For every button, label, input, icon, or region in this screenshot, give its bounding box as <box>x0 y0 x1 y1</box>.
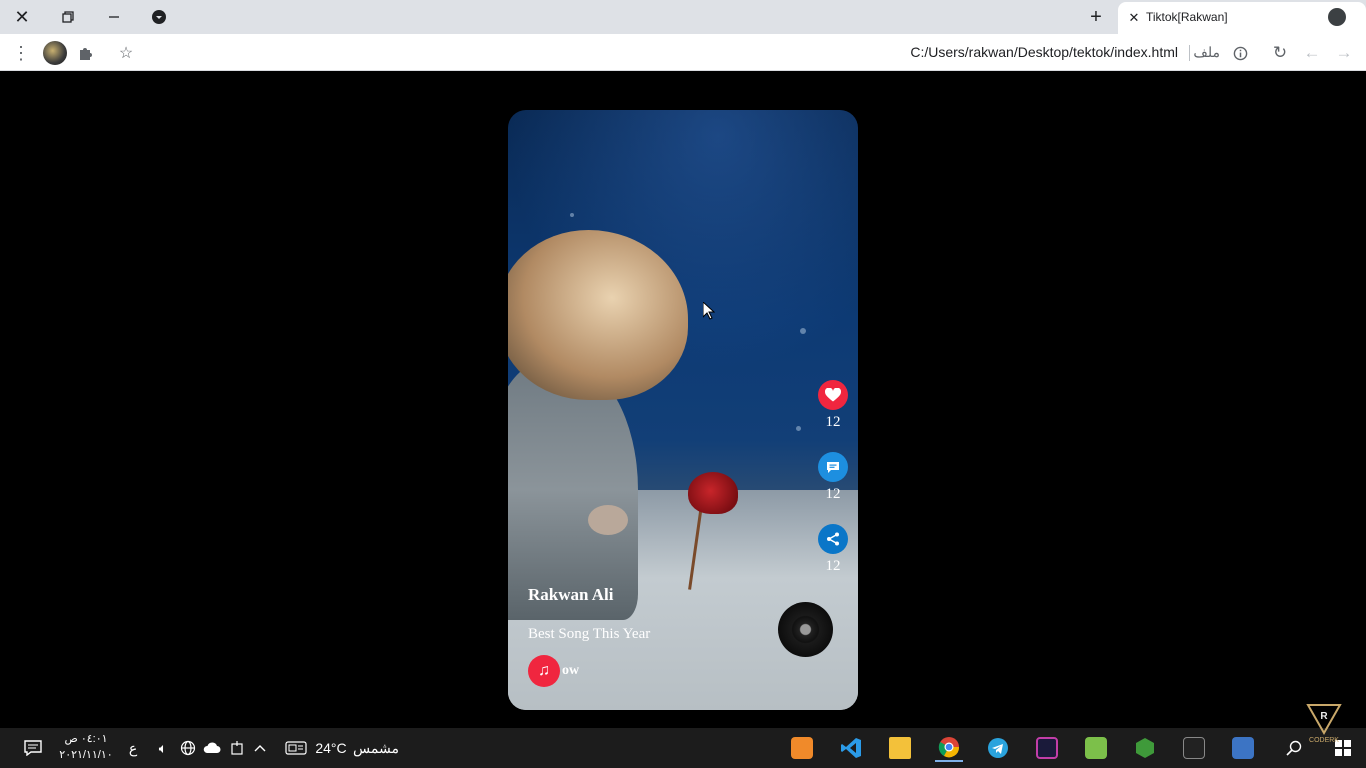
taskbar-app-intellij[interactable] <box>1033 734 1061 762</box>
weather-icon[interactable] <box>283 736 309 760</box>
globe-icon <box>1328 8 1346 26</box>
music-note-icon: ♫ <box>528 655 560 687</box>
share-action[interactable]: 12 <box>818 524 848 575</box>
network-icon[interactable] <box>177 736 199 760</box>
info-icon[interactable] <box>1228 41 1252 65</box>
avatar[interactable] <box>43 41 67 65</box>
comment-count: 12 <box>825 486 841 502</box>
music-title: ow <box>562 663 580 678</box>
video-particle <box>570 213 574 217</box>
watermark-logo: R CODERK <box>1304 703 1344 744</box>
tab-close-icon[interactable]: ✕ <box>1124 8 1144 28</box>
page-content: 12 12 12 Rakwan Ali Best Song This Year … <box>0 71 1366 728</box>
search-icon[interactable] <box>1282 736 1306 760</box>
onedrive-icon[interactable] <box>201 736 223 760</box>
video-particle <box>800 328 806 334</box>
video-card[interactable]: 12 12 12 Rakwan Ali Best Song This Year … <box>508 110 858 710</box>
comment-action[interactable]: 12 <box>818 452 848 503</box>
browser-window: ✕ + ✕ Tiktok[Rakwan] ⋮ ☆ C:/Users/rakwan… <box>0 0 1366 768</box>
taskbar-app-orange[interactable] <box>788 734 816 762</box>
chevron-up-icon[interactable] <box>250 736 270 760</box>
svg-text:R: R <box>1320 711 1328 722</box>
taskbar-app-vscode[interactable] <box>837 734 865 762</box>
share-count: 12 <box>825 558 841 574</box>
taskbar-app-network[interactable] <box>1229 734 1257 762</box>
language-indicator[interactable]: ع <box>124 736 142 760</box>
post-username[interactable]: Rakwan Ali <box>528 585 614 605</box>
tab-active[interactable]: ✕ Tiktok[Rakwan] <box>1118 2 1366 34</box>
weather-text[interactable]: مشمس <box>352 736 400 760</box>
video-child-hand <box>588 505 628 535</box>
scheme-label: ملف <box>1193 44 1220 60</box>
menu-icon[interactable]: ⋮ <box>9 41 33 65</box>
reload-icon[interactable]: ↻ <box>1268 41 1292 65</box>
address-separator <box>1189 45 1190 61</box>
taskbar-app-explorer[interactable] <box>886 734 914 762</box>
clock-time: ٠٤:٠١ ص <box>64 733 108 745</box>
video-particle <box>796 426 801 431</box>
music-row[interactable]: ♫ ow <box>528 655 579 687</box>
address-bar[interactable]: C:/Users/rakwan/Desktop/tektok/index.htm… <box>910 44 1178 60</box>
taskbar-app-chrome[interactable] <box>935 734 963 762</box>
watermark-text: CODERK <box>1309 737 1339 744</box>
like-count: 12 <box>825 414 841 430</box>
meet-now-icon[interactable] <box>226 736 248 760</box>
comment-icon[interactable] <box>818 452 848 482</box>
clock-date: ٢٠٢١/١١/١٠ <box>59 749 113 761</box>
back-icon[interactable]: ← <box>1300 41 1324 65</box>
taskbar-app-terminal[interactable] <box>1180 734 1208 762</box>
tab-search-icon[interactable] <box>147 5 171 29</box>
toolbar: ⋮ ☆ C:/Users/rakwan/Desktop/tektok/index… <box>0 34 1366 71</box>
taskbar-app-node[interactable] <box>1131 734 1159 762</box>
bookmark-star-icon[interactable]: ☆ <box>114 41 138 65</box>
taskbar-app-notepad[interactable] <box>1082 734 1110 762</box>
taskbar: ٠٤:٠١ ص ٢٠٢١/١١/١٠ ع 🔈︎ 24°C مشمس <box>0 728 1366 768</box>
heart-icon[interactable] <box>818 380 848 410</box>
close-icon[interactable]: ✕ <box>10 5 34 29</box>
mouse-cursor-icon <box>703 302 715 320</box>
tab-bar: ✕ + ✕ Tiktok[Rakwan] <box>0 0 1366 34</box>
minimize-icon[interactable] <box>102 5 126 29</box>
share-icon[interactable] <box>818 524 848 554</box>
extensions-icon[interactable] <box>74 41 98 65</box>
clock[interactable]: ٠٤:٠١ ص ٢٠٢١/١١/١٠ <box>56 731 116 763</box>
post-description: Best Song This Year <box>528 626 651 642</box>
new-tab-icon[interactable]: + <box>1084 5 1108 29</box>
video-rose <box>688 472 738 514</box>
weather-temp[interactable]: 24°C <box>314 736 348 760</box>
volume-icon[interactable]: 🔈︎ <box>152 736 174 760</box>
like-action[interactable]: 12 <box>818 380 848 431</box>
taskbar-app-telegram[interactable] <box>984 734 1012 762</box>
notification-icon[interactable] <box>22 736 44 760</box>
music-disc-icon[interactable] <box>778 602 833 657</box>
forward-icon[interactable]: → <box>1332 41 1356 65</box>
tab-title: Tiktok[Rakwan] <box>1146 10 1228 24</box>
restore-icon[interactable] <box>56 5 80 29</box>
